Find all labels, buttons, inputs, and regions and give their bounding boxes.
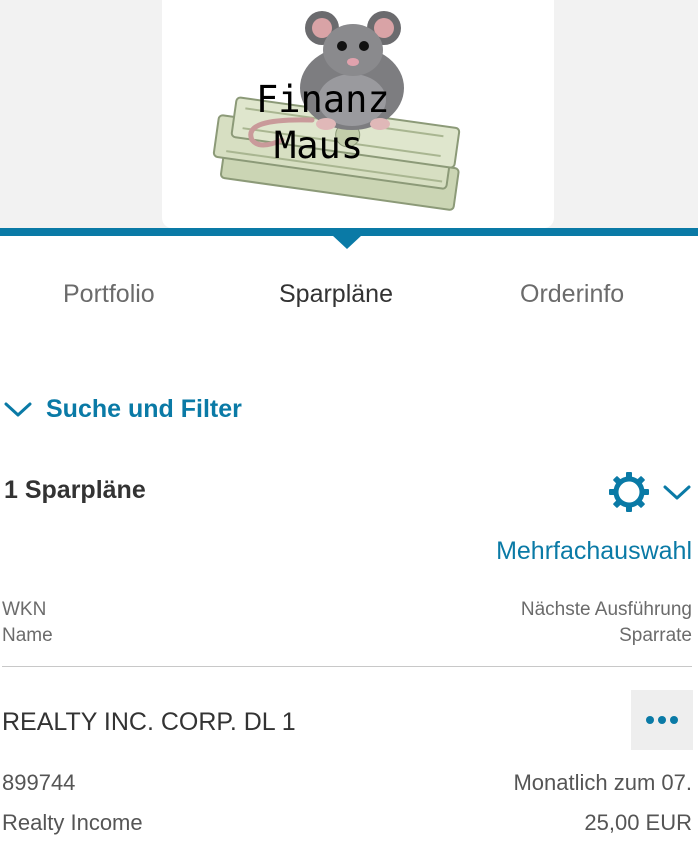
logo: Finanz Maus (162, 0, 554, 228)
column-header-wkn: WKN (2, 599, 47, 620)
tab-sparplaene[interactable]: Sparpläne (279, 280, 393, 309)
column-header-name: Name (2, 625, 53, 646)
savings-plan-title[interactable]: REALTY INC. CORP. DL 1 (2, 708, 296, 737)
more-options-button[interactable] (631, 690, 693, 750)
search-filter-label: Suche und Filter (46, 394, 242, 423)
savings-plan-rate: 25,00 EUR (584, 810, 692, 835)
savings-plan-name: Realty Income (2, 810, 143, 835)
active-tab-indicator (332, 235, 362, 249)
savings-plans-count: 1 Sparpläne (4, 476, 146, 504)
search-filter-toggle[interactable]: Suche und Filter (3, 392, 242, 426)
settings-menu-button[interactable] (607, 470, 693, 514)
multi-select-link[interactable]: Mehrfachauswahl (496, 537, 692, 566)
logo-text-line2: Maus (274, 124, 363, 167)
savings-plan-wkn: 899744 (2, 770, 76, 795)
column-header-rate: Sparrate (619, 625, 692, 646)
tab-bar: Portfolio Sparpläne Orderinfo (0, 280, 698, 320)
tab-portfolio[interactable]: Portfolio (63, 280, 155, 309)
column-headers-left: WKN Name (2, 597, 53, 649)
divider (2, 666, 692, 667)
column-header-next-execution: Nächste Ausführung (520, 599, 692, 620)
tab-orderinfo[interactable]: Orderinfo (520, 280, 624, 309)
logo-text-line1: Finanz (256, 78, 390, 121)
column-headers-right: Nächste Ausführung Sparrate (521, 597, 692, 649)
more-dots-icon (646, 716, 678, 724)
chevron-down-icon (663, 485, 691, 500)
savings-plan-next-execution: Monatlich zum 07. (513, 770, 692, 795)
gear-icon (609, 472, 649, 512)
chevron-down-icon (4, 402, 32, 417)
logo-image: Finanz Maus (212, 11, 461, 211)
